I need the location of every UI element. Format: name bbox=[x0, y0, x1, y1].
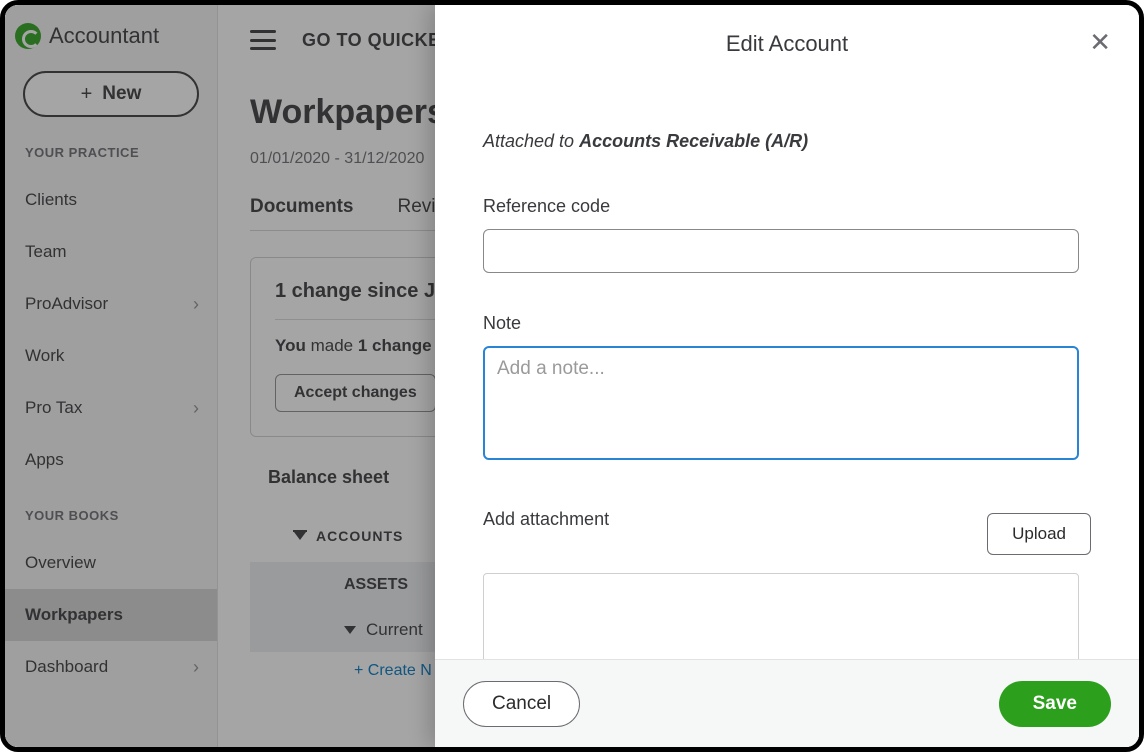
panel-title: Edit Account bbox=[726, 31, 848, 57]
reference-code-input[interactable] bbox=[483, 229, 1079, 273]
reference-code-label: Reference code bbox=[483, 196, 1091, 217]
save-button[interactable]: Save bbox=[999, 681, 1111, 727]
edit-account-panel: Edit Account ✕ Attached to Accounts Rece… bbox=[435, 5, 1139, 747]
note-label: Note bbox=[483, 313, 1091, 334]
upload-button[interactable]: Upload bbox=[987, 513, 1091, 555]
close-icon[interactable]: ✕ bbox=[1089, 29, 1111, 55]
panel-body: Attached to Accounts Receivable (A/R) Re… bbox=[435, 83, 1139, 659]
attached-prefix: Attached to bbox=[483, 131, 579, 151]
note-textarea[interactable] bbox=[483, 346, 1079, 460]
attached-account-name: Accounts Receivable (A/R) bbox=[579, 131, 808, 151]
attachment-label: Add attachment bbox=[483, 509, 609, 530]
panel-header: Edit Account ✕ bbox=[435, 5, 1139, 83]
attachment-dropzone[interactable] bbox=[483, 573, 1079, 659]
attached-to-text: Attached to Accounts Receivable (A/R) bbox=[483, 131, 1091, 152]
cancel-button[interactable]: Cancel bbox=[463, 681, 580, 727]
panel-footer: Cancel Save bbox=[435, 659, 1139, 747]
